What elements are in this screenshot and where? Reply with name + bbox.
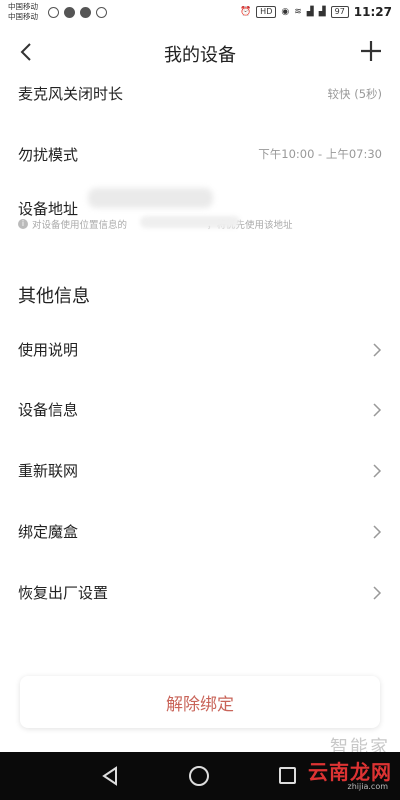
hint-text-start: 对设备使用位置信息的 <box>32 220 128 231</box>
add-device-button[interactable] <box>356 36 386 66</box>
plus-icon <box>361 41 381 61</box>
dnd-row[interactable]: 勿扰模式 下午10:00 - 上午07:30 <box>0 136 400 178</box>
chevron-right-icon <box>373 343 382 357</box>
app-icon <box>96 7 107 18</box>
notification-icon <box>48 7 59 18</box>
signal-icon: ▟ <box>306 7 314 17</box>
list-item-bind-box[interactable]: 绑定魔盒 <box>0 512 400 552</box>
wifi-icon: ≋ <box>294 7 302 17</box>
system-home-button[interactable] <box>189 766 209 786</box>
info-icon: i <box>18 219 28 229</box>
list-item-factory-reset[interactable]: 恢复出厂设置 <box>0 573 400 613</box>
device-info-label: 设备信息 <box>18 401 79 419</box>
signal-icon-2: ▟ <box>318 7 326 17</box>
manual-label: 使用说明 <box>18 341 79 359</box>
carrier-label: 中国移动 中国移动 <box>8 2 38 21</box>
chevron-right-icon <box>373 403 382 417</box>
factory-reset-label: 恢复出厂设置 <box>18 584 109 602</box>
system-nav-bar: 云南龙网 zhijia.com <box>0 752 400 800</box>
page-title: 我的设备 <box>164 45 236 66</box>
reconnect-label: 重新联网 <box>18 462 79 480</box>
eye-icon: ◉ <box>281 7 290 17</box>
device-address-label: 设备地址 <box>18 200 79 218</box>
wechat-icon <box>80 7 91 18</box>
chevron-right-icon <box>373 464 382 478</box>
redacted-address <box>88 188 213 208</box>
nav-bar: 我的设备 <box>0 28 400 78</box>
redacted-hint <box>140 216 240 228</box>
chevron-right-icon <box>373 525 382 539</box>
alarm-icon: ⏰ <box>239 7 252 17</box>
other-info-title: 其他信息 <box>18 286 90 307</box>
chevron-right-icon <box>373 586 382 600</box>
status-icons: ⏰ HD ◉ ≋ ▟ ▟ 97 11:27 <box>240 5 392 19</box>
list-item-reconnect[interactable]: 重新联网 <box>0 451 400 491</box>
chat-icon <box>64 7 75 18</box>
notification-icons <box>48 7 107 18</box>
watermark-brand: 云南龙网 <box>308 760 392 784</box>
system-back-button[interactable] <box>101 766 121 786</box>
dnd-value: 下午10:00 - 上午07:30 <box>258 147 382 161</box>
system-recent-button[interactable] <box>279 767 296 784</box>
clock: 11:27 <box>353 5 392 19</box>
status-bar: 中国移动 中国移动 ⏰ HD ◉ ≋ ▟ ▟ 97 11:27 <box>0 0 400 28</box>
watermark-url: zhijia.com <box>347 782 388 791</box>
mic-off-label: 麦克风关闭时长 <box>18 85 124 103</box>
bind-box-label: 绑定魔盒 <box>18 523 79 541</box>
mic-off-value: 较快 (5秒) <box>327 87 382 101</box>
hd-badge: HD <box>256 6 277 18</box>
list-item-manual[interactable]: 使用说明 <box>0 330 400 370</box>
mic-off-duration-row[interactable]: 麦克风关闭时长 较快 (5秒) <box>0 78 400 120</box>
unbind-button[interactable]: 解除绑定 <box>20 676 380 728</box>
battery-level: 97 <box>330 6 349 18</box>
dnd-label: 勿扰模式 <box>18 146 79 164</box>
list-item-device-info[interactable]: 设备信息 <box>0 390 400 430</box>
